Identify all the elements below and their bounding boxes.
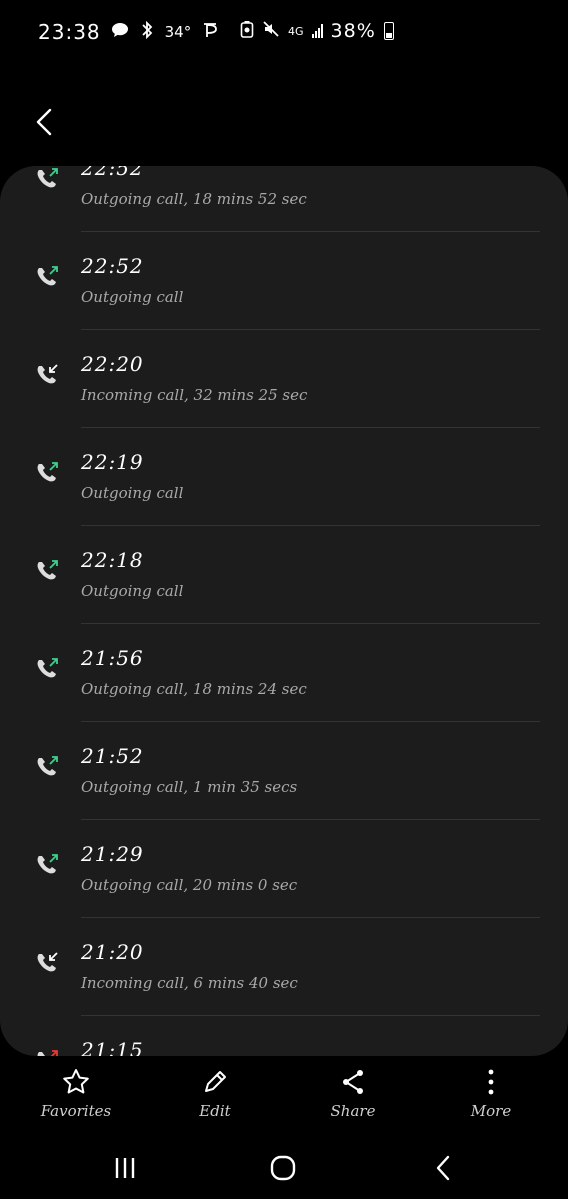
call-detail: Incoming call, 32 mins 25 sec [81,386,308,404]
back-arrow-icon [436,1155,450,1181]
back-button[interactable] [26,100,62,144]
recent-apps-button[interactable] [100,1150,150,1186]
call-time: 21:56 [81,646,144,670]
call-log-item[interactable]: 21:20 Incoming call, 6 mins 40 sec [0,918,568,1016]
status-left: 23:38 34° [38,20,221,44]
call-log-item[interactable]: 21:29 Outgoing call, 20 mins 0 sec [0,820,568,918]
call-list: 22:52 Outgoing call, 18 mins 52 sec 22:52 O… [0,166,568,1056]
more-button[interactable]: More [436,1062,546,1120]
call-detail: Incoming call, 6 mins 40 sec [81,974,298,992]
call-time: 21:52 [81,744,144,768]
call-log-item[interactable]: 21:56 Outgoing call, 18 mins 24 sec [0,624,568,722]
call-history-panel: 22:52 Outgoing call, 18 mins 52 sec 22:52 O… [0,166,568,1056]
call-time: 22:18 [81,548,144,572]
call-log-item[interactable]: 22:52 Outgoing call, 18 mins 52 sec [0,166,568,232]
status-bar: 23:38 34° 4G 38% [0,0,568,66]
call-log-item[interactable]: 22:19 Outgoing call [0,428,568,526]
call-time: 22:19 [81,450,144,474]
system-nav-bar [0,1140,568,1199]
share-label: Share [330,1102,376,1120]
bluetooth-icon [139,20,155,44]
recent-apps-icon [115,1158,135,1178]
outgoing-call-icon [34,460,60,486]
status-time: 23:38 [38,20,101,44]
call-log-item[interactable]: 22:20 Incoming call, 32 mins 25 sec [0,330,568,428]
system-back-button[interactable] [418,1150,468,1186]
call-log-item[interactable]: 21:52 Outgoing call, 1 min 35 secs [0,722,568,820]
call-detail: Outgoing call [81,484,184,502]
edit-button[interactable]: Edit [160,1062,270,1120]
call-detail: Outgoing call [81,288,184,306]
call-time: 21:20 [81,940,144,964]
chat-icon [111,21,129,43]
mute-icon [262,20,280,42]
incoming-call-icon [34,950,60,976]
share-button[interactable]: Share [298,1062,408,1120]
call-time: 22:20 [81,352,144,376]
favorites-button[interactable]: Favorites [21,1062,131,1120]
more-vertical-icon [436,1062,546,1102]
incoming-call-icon [34,362,60,388]
battery-percent: 38% [330,20,376,42]
outgoing-call-icon [34,166,60,192]
outgoing-call-icon [34,264,60,290]
call-log-item[interactable]: 22:18 Outgoing call [0,526,568,624]
call-time: 22:52 [81,254,144,278]
more-label: More [470,1102,512,1120]
chevron-left-icon [36,108,52,136]
call-log-item[interactable]: 21:15 [0,1016,568,1056]
call-detail: Outgoing call, 18 mins 52 sec [81,190,307,208]
home-icon [270,1155,296,1181]
network-type: 4G [288,24,304,38]
battery-saver-icon [240,20,254,42]
outgoing-call-icon [34,852,60,878]
pencil-icon [160,1062,270,1102]
paytm-icon [201,21,221,44]
share-icon [298,1062,408,1102]
call-detail: Outgoing call, 18 mins 24 sec [81,680,307,698]
call-time: 21:29 [81,842,144,866]
call-time: 22:52 [81,166,144,180]
battery-icon [383,22,394,40]
call-log-item[interactable]: 22:52 Outgoing call [0,232,568,330]
call-detail: Outgoing call, 20 mins 0 sec [81,876,298,894]
favorites-label: Favorites [40,1102,112,1120]
call-detail: Outgoing call, 1 min 35 secs [81,778,298,796]
outgoing-call-icon [34,754,60,780]
home-button[interactable] [258,1150,308,1186]
star-icon [21,1062,131,1102]
signal-icon [311,24,323,38]
call-time: 21:15 [81,1038,144,1056]
missed-call-icon [34,1048,60,1056]
bottom-action-bar: Favorites Edit Share More [0,1062,568,1132]
status-icons-right: 4G 38% [240,20,394,42]
outgoing-call-icon [34,558,60,584]
call-detail: Outgoing call [81,582,184,600]
outgoing-call-icon [34,656,60,682]
temperature: 34° [164,23,192,41]
edit-label: Edit [199,1102,231,1120]
